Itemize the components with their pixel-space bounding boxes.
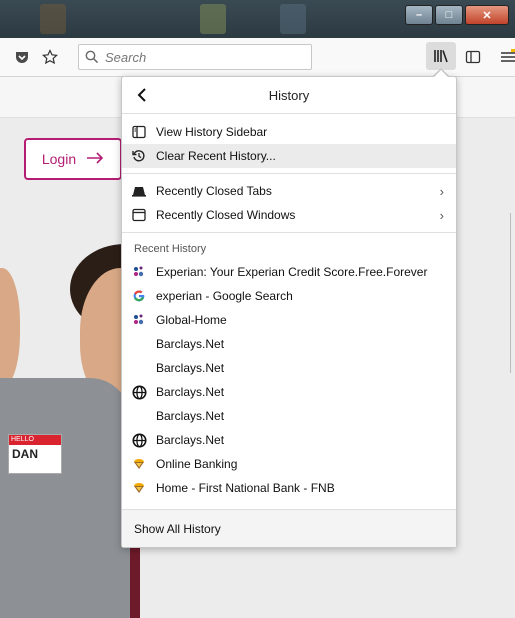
entry-label: Barclays.Net: [156, 385, 225, 399]
tab-icon: [132, 184, 156, 198]
recent-history-label: Recent History: [134, 243, 207, 255]
clear-recent-history[interactable]: Clear Recent History...: [122, 144, 456, 168]
entry-label: Barclays.Net: [156, 337, 225, 351]
entry-label: Online Banking: [156, 457, 238, 471]
separator: [122, 232, 456, 233]
badge-hello: HELLO: [9, 435, 61, 445]
search-input[interactable]: Search: [78, 44, 312, 70]
person-face: [0, 268, 20, 388]
login-button[interactable]: Login: [24, 138, 122, 180]
fnb-favicon: [132, 481, 156, 495]
minimize-button[interactable]: –: [405, 5, 433, 25]
chevron-right-icon: ›: [439, 208, 444, 223]
entry-label: experian - Google Search: [156, 289, 293, 303]
view-history-sidebar[interactable]: View History Sidebar: [122, 120, 456, 144]
entry-label: Experian: Your Experian Credit Score.Fre…: [156, 265, 428, 279]
arrow-right-icon: [86, 151, 104, 167]
globe-icon: [132, 432, 156, 448]
history-panel: History View History Sidebar Clear Recen…: [121, 76, 457, 548]
history-entry[interactable]: Online Banking: [122, 452, 456, 476]
history-entry[interactable]: Barclays.Net: [122, 380, 456, 404]
google-favicon: [132, 289, 156, 303]
library-icon: [434, 50, 448, 63]
panel-title: History: [268, 87, 310, 103]
entry-label: Barclays.Net: [156, 361, 225, 375]
history-entry[interactable]: Barclays.Net: [122, 332, 456, 356]
person-shirt: [0, 378, 130, 618]
close-window-button[interactable]: ✕: [465, 5, 509, 25]
library-button[interactable]: [426, 42, 456, 70]
search-placeholder: Search: [105, 49, 147, 65]
pocket-icon[interactable]: [12, 47, 32, 67]
entry-label: Barclays.Net: [156, 409, 225, 423]
panel-header: History: [122, 77, 456, 114]
history-entry[interactable]: Barclays.Net: [122, 356, 456, 380]
entry-label: Global-Home: [156, 313, 227, 327]
page-scrollbar[interactable]: [510, 213, 515, 373]
window-icon: [132, 208, 156, 222]
fnb-favicon: [132, 457, 156, 471]
search-icon: [79, 50, 105, 64]
maximize-button[interactable]: □: [435, 5, 463, 25]
history-entry[interactable]: Barclays.Net: [122, 404, 456, 428]
login-label: Login: [41, 151, 77, 167]
separator: [122, 173, 456, 174]
back-chevron-icon[interactable]: [132, 85, 152, 105]
clear-history-icon: [132, 149, 156, 163]
history-entry[interactable]: Barclays.Net: [122, 428, 456, 452]
history-entry[interactable]: Home - First National Bank - FNB: [122, 476, 456, 500]
item-label: View History Sidebar: [156, 125, 268, 139]
window-controls: – □ ✕: [405, 5, 509, 25]
panel-arrow-fill: [433, 70, 449, 78]
recently-closed-windows[interactable]: Recently Closed Windows ›: [122, 203, 456, 227]
background-blob: [200, 4, 226, 34]
entry-label: Barclays.Net: [156, 433, 225, 447]
chevron-right-icon: ›: [439, 184, 444, 199]
show-all-history-button[interactable]: Show All History: [122, 509, 456, 547]
background-blob: [280, 4, 306, 34]
badge-name: DAN: [12, 447, 38, 461]
experian-favicon: [132, 313, 156, 327]
bookmark-star-icon[interactable]: [40, 47, 60, 67]
item-label: Recently Closed Windows: [156, 208, 296, 222]
show-all-history-label: Show All History: [134, 521, 221, 536]
name-badge: HELLO DAN: [8, 434, 62, 474]
item-label: Recently Closed Tabs: [156, 184, 272, 198]
window-titlebar: – □ ✕: [0, 0, 515, 38]
entry-label: Home - First National Bank - FNB: [156, 481, 335, 495]
recently-closed-tabs[interactable]: Recently Closed Tabs ›: [122, 179, 456, 203]
history-entry[interactable]: Experian: Your Experian Credit Score.Fre…: [122, 260, 456, 284]
sidebar-toggle-icon[interactable]: [463, 47, 483, 67]
background-blob: [40, 4, 66, 34]
experian-favicon: [132, 265, 156, 279]
history-entry[interactable]: Global-Home: [122, 308, 456, 332]
item-label: Clear Recent History...: [156, 149, 276, 163]
sidebar-icon: [132, 125, 156, 139]
history-entry[interactable]: experian - Google Search: [122, 284, 456, 308]
globe-icon: [132, 384, 156, 400]
hamburger-menu-icon[interactable]: [498, 47, 515, 67]
